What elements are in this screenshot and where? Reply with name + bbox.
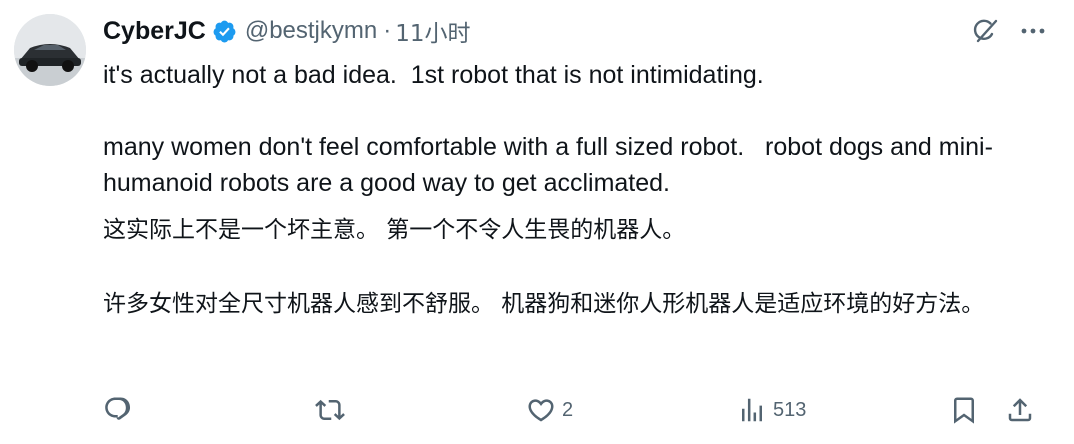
bookmark-button[interactable] bbox=[949, 392, 979, 428]
views-icon bbox=[742, 398, 762, 422]
retweet-button[interactable] bbox=[315, 392, 345, 428]
like-count: 2 bbox=[562, 398, 574, 421]
reply-button[interactable] bbox=[103, 392, 133, 428]
tweet-text-line: many women don't feel comfortable with a… bbox=[103, 133, 993, 197]
translated-text: 这实际上不是一个坏主意。 第一个不令人生畏的机器人。 许多女性对全尺寸机器人感到… bbox=[103, 212, 1053, 323]
timestamp[interactable]: 11小时 bbox=[395, 14, 470, 48]
share-icon bbox=[1008, 398, 1032, 422]
views-count: 513 bbox=[773, 398, 807, 421]
like-button[interactable]: 2 bbox=[526, 392, 573, 428]
tweet-text-line: it's actually not a bad idea. 1st robot … bbox=[103, 61, 764, 89]
more-icon[interactable] bbox=[1018, 16, 1048, 46]
avatar-car-image bbox=[14, 14, 86, 86]
top-actions bbox=[970, 14, 1048, 48]
grok-icon[interactable] bbox=[970, 16, 1000, 46]
heart-icon bbox=[528, 399, 554, 422]
reply-icon bbox=[105, 397, 131, 420]
share-button[interactable] bbox=[1005, 392, 1035, 428]
tweet-text: it's actually not a bad idea. 1st robot … bbox=[103, 57, 1053, 201]
display-name[interactable]: CyberJC bbox=[103, 17, 206, 46]
bookmark-icon bbox=[954, 397, 974, 424]
avatar[interactable] bbox=[14, 14, 86, 86]
separator-dot: · bbox=[383, 17, 392, 44]
retweet-icon bbox=[315, 399, 345, 421]
views-button[interactable]: 513 bbox=[737, 392, 806, 428]
tweet-header: CyberJC @bestjkymn · 11小时 bbox=[103, 14, 471, 48]
author-handle[interactable]: @bestjkymn bbox=[245, 17, 377, 45]
verified-badge-icon[interactable] bbox=[212, 19, 237, 44]
action-bar: 2 513 bbox=[103, 392, 1038, 428]
translated-text-line: 这实际上不是一个坏主意。 第一个不令人生畏的机器人。 bbox=[103, 217, 686, 243]
translated-text-line: 许多女性对全尺寸机器人感到不舒服。 机器狗和迷你人形机器人是适应环境的好方法。 bbox=[103, 291, 985, 317]
